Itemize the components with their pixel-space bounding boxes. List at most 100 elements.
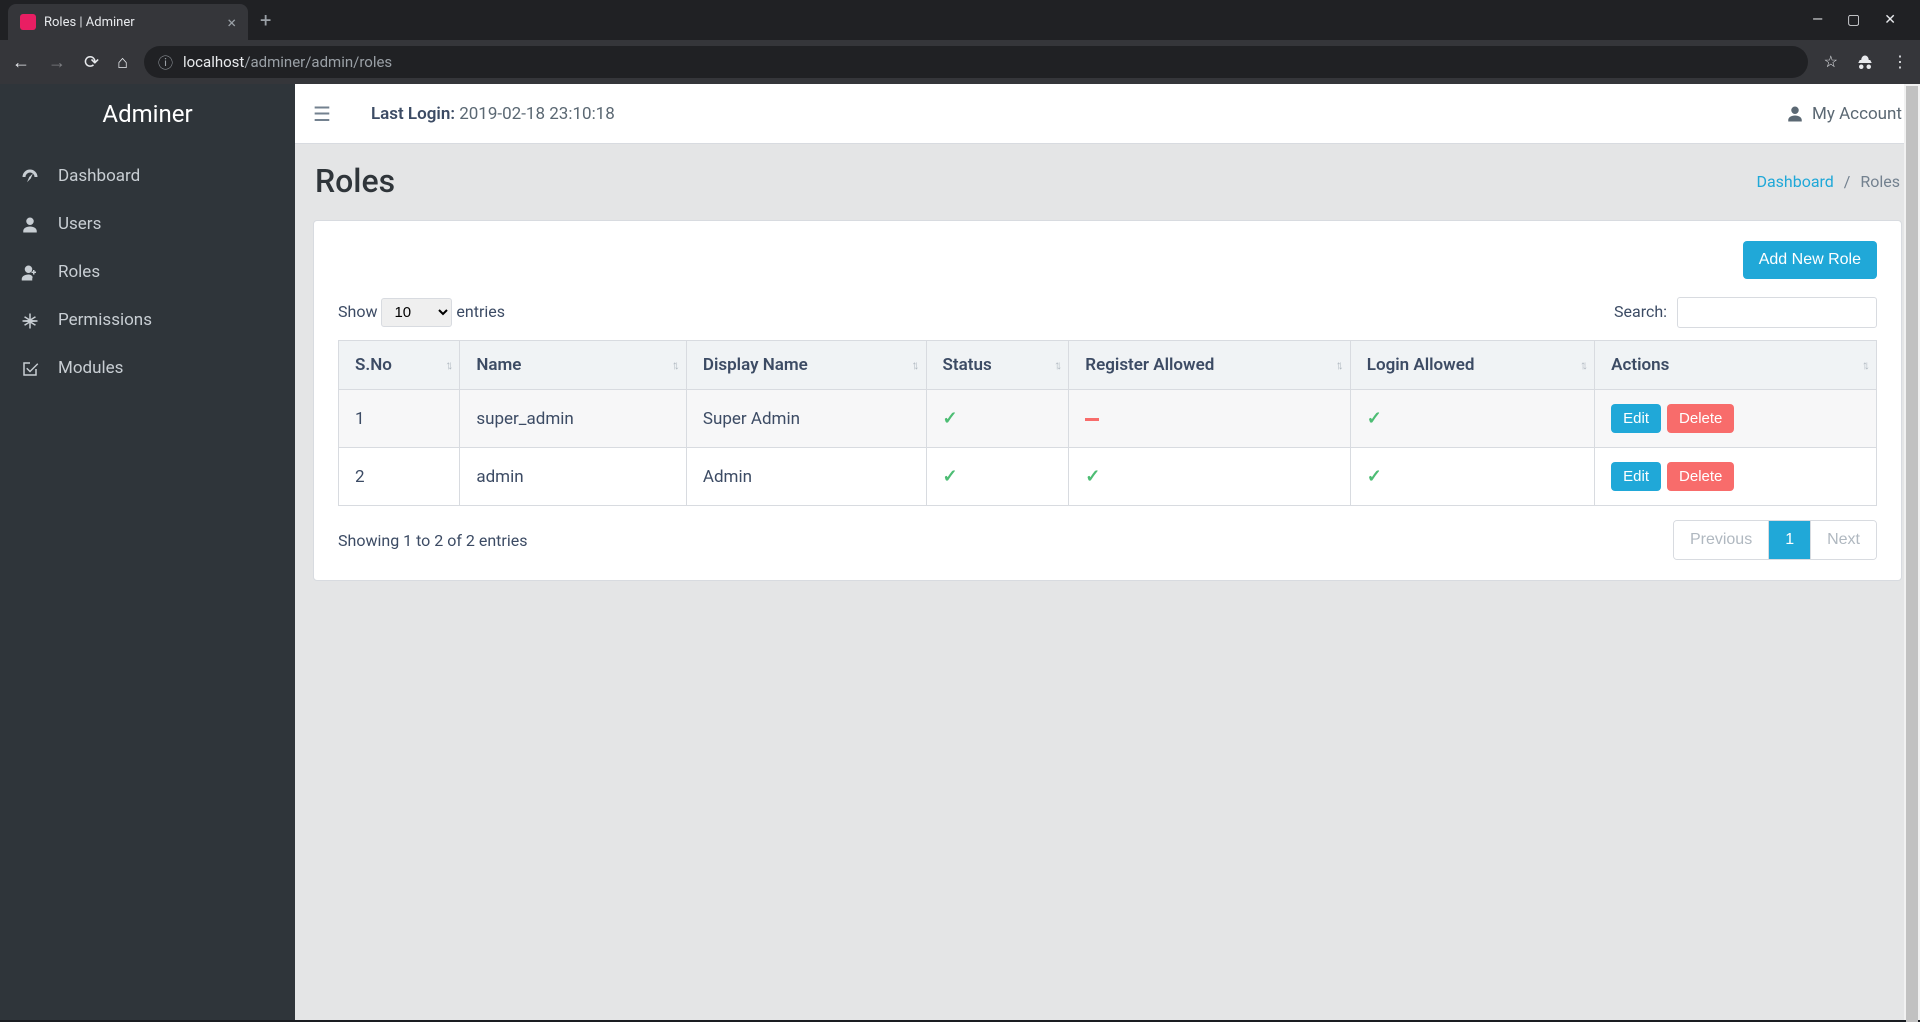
add-new-role-button[interactable]: Add New Role [1743,241,1877,279]
sidebar-brand[interactable]: Adminer [0,84,295,144]
cell-login-allowed: ✓ [1350,390,1594,448]
info-icon[interactable]: ⓘ [158,52,173,73]
sidebar-label: Dashboard [58,166,140,186]
roles-card: Add New Role Show 10 entries Search: [313,220,1902,581]
cell-status: ✓ [926,448,1069,506]
nav-icons: ← → ⟳ ⌂ [12,52,128,73]
hamburger-icon[interactable]: ☰ [313,102,331,126]
cell-status: ✓ [926,390,1069,448]
edit-button[interactable]: Edit [1611,462,1661,491]
cell-sno: 1 [339,390,460,448]
sidebar-label: Roles [58,262,100,282]
col-name[interactable]: Name↑↓ [460,341,687,390]
col-display-name[interactable]: Display Name↑↓ [686,341,926,390]
user-plus-icon [20,262,40,282]
sidebar-item-modules[interactable]: Modules [0,344,295,392]
roles-table: S.No↑↓ Name↑↓ Display Name↑↓ Status↑↓ Re… [338,340,1877,506]
check-icon: ✓ [1085,466,1100,487]
sidebar-label: Modules [58,358,123,378]
cell-sno: 2 [339,448,460,506]
sort-icon: ↑↓ [1862,358,1866,372]
address-bar: ← → ⟳ ⌂ ⓘ localhost/adminer/admin/roles … [0,40,1920,84]
delete-button[interactable]: Delete [1667,404,1734,433]
check-icon: ✓ [1367,408,1382,429]
menu-icon[interactable]: ⋮ [1892,52,1908,71]
cell-register-allowed: ✓ [1069,448,1350,506]
sidebar-label: Users [58,214,101,234]
sidebar-item-roles[interactable]: Roles [0,248,295,296]
cell-register-allowed [1069,390,1350,448]
cell-name: super_admin [460,390,687,448]
col-sno[interactable]: S.No↑↓ [339,341,460,390]
entries-select[interactable]: 10 [381,298,452,327]
my-account-link[interactable]: My Account [1786,104,1902,124]
page-header: Roles Dashboard / Roles [295,144,1920,210]
url-bar[interactable]: ⓘ localhost/adminer/admin/roles [144,46,1808,78]
cell-display-name: Admin [686,448,926,506]
window-controls: — ▢ ✕ [1812,12,1912,28]
cell-actions: EditDelete [1595,390,1877,448]
last-login-label: Last Login: [371,104,455,124]
next-page-button[interactable]: Next [1811,521,1876,559]
sidebar-label: Permissions [58,310,152,330]
browser-tab[interactable]: Roles | Adminer × [8,4,248,40]
page-1-button[interactable]: 1 [1769,521,1811,559]
table-header-row: S.No↑↓ Name↑↓ Display Name↑↓ Status↑↓ Re… [339,341,1877,390]
sidebar-item-users[interactable]: Users [0,200,295,248]
search-control: Search: [1614,297,1877,328]
cell-login-allowed: ✓ [1350,448,1594,506]
table-row: 2adminAdmin ✓ ✓ ✓ EditDelete [339,448,1877,506]
close-tab-icon[interactable]: × [227,13,236,32]
check-icon: ✓ [943,466,958,487]
sort-icon: ↑↓ [445,358,449,372]
check-square-icon [20,358,40,378]
sidebar-item-permissions[interactable]: Permissions [0,296,295,344]
browser-chrome: Roles | Adminer × + — ▢ ✕ ← → ⟳ ⌂ ⓘ loca… [0,0,1920,84]
prev-page-button[interactable]: Previous [1674,521,1769,559]
forward-icon[interactable]: → [48,52,66,73]
maximize-icon[interactable]: ▢ [1847,12,1860,28]
sort-icon: ↑↓ [1054,358,1058,372]
tab-bar: Roles | Adminer × + — ▢ ✕ [0,0,1920,40]
col-register-allowed[interactable]: Register Allowed↑↓ [1069,341,1350,390]
scrollbar-thumb[interactable] [1906,86,1918,1022]
table-footer: Showing 1 to 2 of 2 entries Previous 1 N… [338,520,1877,560]
home-icon[interactable]: ⌂ [117,52,128,73]
tab-title: Roles | Adminer [44,15,219,30]
col-login-allowed[interactable]: Login Allowed↑↓ [1350,341,1594,390]
reload-icon[interactable]: ⟳ [84,52,99,73]
incognito-icon[interactable] [1856,52,1874,72]
delete-button[interactable]: Delete [1667,462,1734,491]
main-content: ☰ Last Login: 2019-02-18 23:10:18 My Acc… [295,84,1920,1020]
user-icon [1786,104,1804,124]
sort-icon: ↑↓ [1336,358,1340,372]
sort-icon: ↑↓ [672,358,676,372]
favicon-icon [20,14,36,30]
col-actions[interactable]: Actions↑↓ [1595,341,1877,390]
topbar: ☰ Last Login: 2019-02-18 23:10:18 My Acc… [295,84,1920,144]
page-title: Roles [315,162,395,200]
user-icon [20,214,40,234]
sidebar-nav: Dashboard Users Roles Permissions [0,144,295,400]
app: Adminer Dashboard Users Roles [0,84,1920,1020]
bookmark-icon[interactable]: ☆ [1824,52,1838,71]
search-input[interactable] [1677,297,1877,328]
breadcrumb-dashboard[interactable]: Dashboard [1756,172,1833,191]
show-label: Show [338,302,377,321]
col-status[interactable]: Status↑↓ [926,341,1069,390]
back-icon[interactable]: ← [12,52,30,73]
url-host: localhost [183,53,244,71]
new-tab-button[interactable]: + [248,8,283,32]
asterisk-icon [20,310,40,330]
browser-right-icons: ☆ ⋮ [1824,52,1908,72]
entries-label: entries [456,302,505,321]
check-icon: ✓ [943,408,958,429]
edit-button[interactable]: Edit [1611,404,1661,433]
scrollbar[interactable] [1904,84,1920,1020]
minimize-icon[interactable]: — [1812,12,1823,28]
table-row: 1super_adminSuper Admin✓✓EditDelete [339,390,1877,448]
sidebar-item-dashboard[interactable]: Dashboard [0,152,295,200]
close-window-icon[interactable]: ✕ [1884,12,1896,28]
breadcrumb-sep: / [1844,172,1851,191]
cell-name: admin [460,448,687,506]
